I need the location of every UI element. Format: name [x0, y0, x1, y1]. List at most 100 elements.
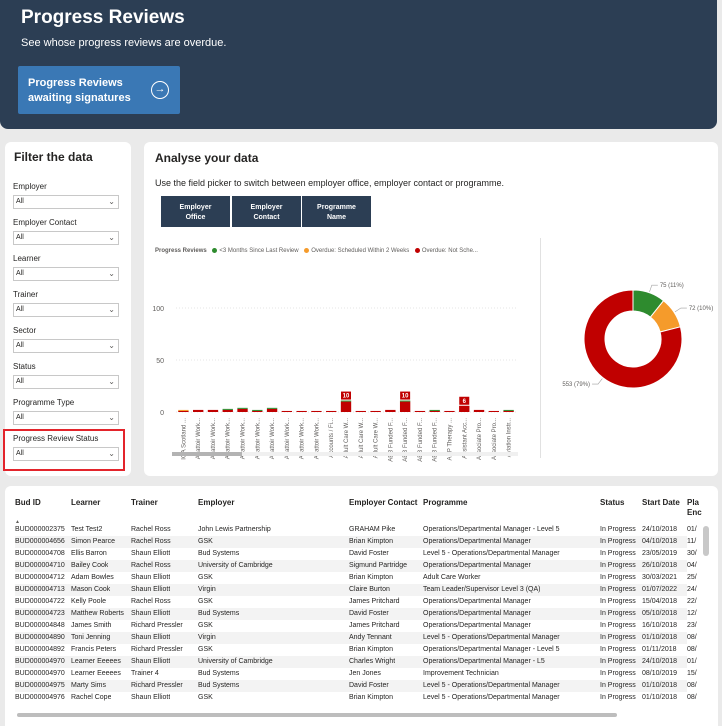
legend-item[interactable]: Overdue: Not Sche...	[422, 248, 478, 254]
legend-item[interactable]: Overdue: Scheduled Within 2 Weeks	[311, 248, 409, 254]
filter-dropdown[interactable]: All ⌄	[13, 339, 119, 353]
table-cell: Rachel Ross	[131, 562, 171, 569]
table-row[interactable]: BUD000004975 Marty Sims Richard Pressler Bu…	[15, 680, 697, 692]
table-cell: 24/10/2018	[642, 526, 678, 533]
picker-label-2: Office	[185, 214, 206, 221]
table-cell: 11/	[687, 538, 697, 545]
field-picker-employer-contact[interactable]: Employer Contact	[232, 196, 301, 227]
table-row[interactable]: BUD000004656 Simon Pearce Rachel Ross GSK Br…	[15, 536, 696, 548]
filter-label: Sector	[13, 326, 37, 335]
column-header[interactable]: Bud ID	[15, 498, 41, 507]
y-tick-label: 0	[160, 410, 164, 417]
field-picker-employer-office[interactable]: Employer Office	[161, 196, 230, 227]
bar-segment	[237, 407, 248, 409]
table-cell: James Pritchard	[349, 598, 400, 605]
field-picker-programme-name[interactable]: Programme Name	[302, 196, 371, 227]
table-row[interactable]: BUD000004976 Rachel Cope Shaun Elliott GSK B…	[15, 692, 697, 704]
filter-dropdown[interactable]: All ⌄	[13, 303, 119, 317]
table-cell: In Progress	[600, 658, 636, 665]
table-cell: GSK	[198, 646, 213, 653]
table-cell: Shaun Elliott	[131, 610, 171, 617]
column-header[interactable]: Employer	[198, 498, 234, 507]
table-row[interactable]: BUD000004723 Matthew Roberts Shaun Elliott…	[15, 608, 697, 620]
column-header[interactable]: Pla Enc	[687, 498, 703, 518]
horizontal-scroll-thumb[interactable]	[17, 713, 617, 717]
table-row[interactable]: BUD000004890 Toni Jenning Shaun Elliott Vir…	[15, 632, 697, 644]
table-cell: Level 5 - Operations/Departmental Manage…	[423, 550, 560, 557]
table-row[interactable]: BUD000004708 Ellis Barron Shaun Elliott Bud…	[15, 548, 697, 560]
bar-segment	[370, 410, 381, 412]
column-header[interactable]: Learner	[71, 498, 100, 507]
table-cell: Adult Care Worker	[423, 574, 481, 581]
table-cell: Richard Pressler	[131, 622, 183, 629]
page-header: Progress Reviews See whose progress revi…	[0, 0, 717, 129]
bar-segment	[326, 410, 337, 412]
vertical-scroll-thumb[interactable]	[703, 526, 709, 556]
table-cell: Level 5 - Operations/Departmental Manage…	[423, 694, 560, 701]
table-cell: Operations/Departmental Manager - Level …	[423, 646, 560, 653]
table-cell: GSK	[198, 622, 213, 629]
picker-label-1: Employer	[179, 204, 212, 211]
table-cell: In Progress	[600, 598, 636, 605]
table-cell: GSK	[198, 598, 213, 605]
bar-segment	[473, 409, 485, 412]
legend-item[interactable]: <3 Months Since Last Review	[219, 248, 298, 254]
filter-label: Employer Contact	[13, 218, 77, 227]
table-row[interactable]: BUD000004722 Kelly Poole Rachel Ross GSK Jam…	[15, 596, 697, 608]
table-cell: 08/	[687, 694, 697, 701]
table-cell: 25/	[687, 574, 697, 581]
donut-chart: 75 (11%) 72 (10%) 553 (79%)	[562, 283, 713, 389]
filter-dropdown[interactable]: All ⌄	[13, 411, 119, 425]
table-cell: Improvement Technician	[423, 670, 499, 677]
table-row[interactable]: BUD000004712 Adam Bowles Shaun Elliott GSK B…	[15, 572, 697, 584]
table-row[interactable]: BUD000004970 Learner Eeeees Trainer 4 Bud S…	[15, 668, 697, 680]
bar-segment	[266, 408, 278, 412]
table-cell: Adam Bowles	[71, 574, 114, 581]
filter-label: Trainer	[13, 290, 39, 299]
table-cell: Francis Peters	[71, 646, 117, 653]
bar-segment	[503, 410, 514, 412]
table-cell: 08/	[687, 682, 697, 689]
filter-dropdown[interactable]: All ⌄	[13, 231, 119, 245]
column-header[interactable]: Start Date	[642, 498, 680, 507]
picker-label-1: Programme	[317, 204, 356, 211]
filter-dropdown[interactable]: All ⌄	[13, 267, 119, 281]
filter-dropdown[interactable]: All ⌄	[13, 195, 119, 209]
chevron-down-icon: ⌄	[108, 269, 115, 278]
awaiting-signatures-button[interactable]: Progress Reviews awaiting signatures →	[18, 66, 180, 114]
table-cell: In Progress	[600, 538, 636, 545]
table-row[interactable]: BUD000004892 Francis Peters Richard Pressl…	[15, 644, 697, 656]
column-header[interactable]: Trainer	[131, 498, 158, 507]
table-row[interactable]: BUD000004710 Bailey Cook Rachel Ross Univer…	[15, 560, 697, 572]
bar-segment	[355, 410, 366, 412]
table-cell: Trainer 4	[131, 670, 159, 677]
bar-segment	[296, 410, 307, 412]
table-cell: BUD000004722	[15, 598, 65, 605]
table-row[interactable]: BUD000004848 James Smith Richard Pressler G…	[15, 620, 697, 632]
table-cell: BUD000004656	[15, 538, 65, 545]
column-header[interactable]: Status	[600, 498, 624, 507]
table-cell: Bud Systems	[198, 610, 240, 617]
table-cell: Operations/Departmental Manager	[423, 538, 531, 545]
table-cell: Marty Sims	[71, 682, 106, 689]
bar-segment	[429, 409, 440, 411]
picker-label-2: Name	[326, 214, 347, 221]
bar-segment	[503, 409, 514, 411]
table-cell: 08/	[687, 646, 697, 653]
bar-segment	[459, 405, 470, 412]
table-row[interactable]: BUD000004970 Learner Eeeees Shaun Elliott U…	[15, 656, 697, 668]
filter-group: Programme Type All ⌄	[13, 398, 119, 425]
table-cell: GSK	[198, 574, 213, 581]
column-header[interactable]: Employer Contact	[349, 498, 417, 507]
filter-dropdown[interactable]: All ⌄	[13, 375, 119, 389]
horizontal-scrollbar[interactable]	[17, 712, 697, 718]
table-cell: Virgin	[198, 586, 216, 593]
column-header[interactable]: Programme	[423, 498, 467, 507]
table-row[interactable]: BUD000004713 Mason Cook Shaun Elliott Virgi…	[15, 584, 697, 596]
table-row[interactable]: BUD000002375 Test Test2 Rachel Ross John Le…	[15, 524, 697, 536]
vertical-scrollbar[interactable]	[702, 514, 710, 714]
bar-chart: 100500IQA Scotland ... Abattoir Work... Ab…	[152, 306, 518, 462]
table-cell: 01/10/2018	[642, 694, 678, 701]
table-cell: Shaun Elliott	[131, 658, 171, 665]
donut-data-label: 553 (79%)	[562, 382, 590, 388]
